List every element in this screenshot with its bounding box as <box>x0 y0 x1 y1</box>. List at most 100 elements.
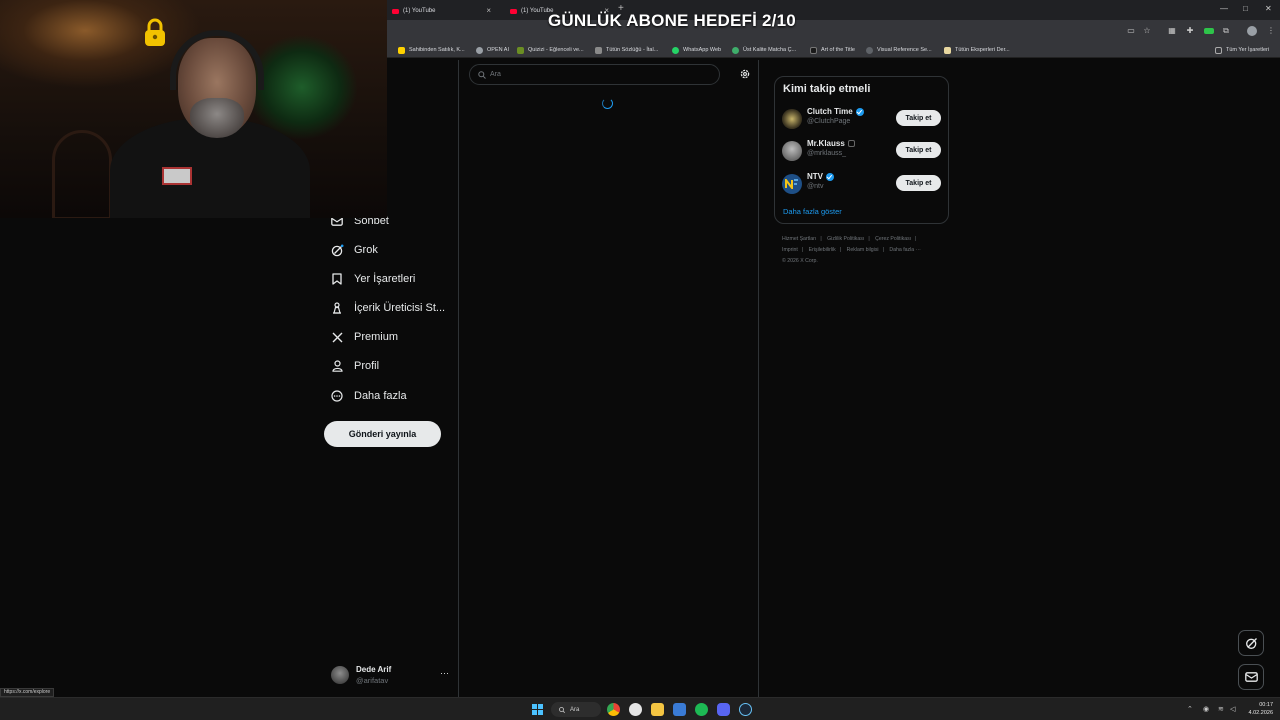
nav-label: Grok <box>354 244 378 256</box>
nav-item-bookmarks[interactable]: Yer İşaretleri <box>330 268 415 290</box>
bookmark-favicon-icon <box>866 46 873 54</box>
ntv-logo-icon <box>785 179 798 189</box>
footer-link[interactable]: Gizlilik Politikası <box>827 236 864 242</box>
nav-item-creator-studio[interactable]: İçerik Üreticisi St... <box>330 297 445 319</box>
extension-icon[interactable]: ✚ <box>1185 26 1195 36</box>
spotify-icon[interactable] <box>695 703 708 716</box>
close-tab-icon[interactable]: × <box>486 6 491 15</box>
column-divider <box>758 60 759 697</box>
account-switcher[interactable]: Dede Arif @arifatav ··· <box>329 662 451 690</box>
bookmark-label: Tütün Eksperleri Der... <box>955 47 1010 53</box>
puzzle-icon[interactable]: ⧉ <box>1221 26 1231 36</box>
more-circle-icon <box>330 389 344 403</box>
bookmark-item[interactable]: Visual Reference Se... <box>866 45 932 55</box>
follow-button[interactable]: Takip et <box>896 175 941 191</box>
microphone-icon[interactable]: ◉ <box>1203 705 1209 713</box>
grok-floating-button[interactable] <box>1238 630 1264 656</box>
loading-spinner <box>602 98 613 109</box>
minimize-button[interactable]: — <box>1220 4 1228 13</box>
store-icon[interactable] <box>673 703 686 716</box>
settings-gear-icon[interactable] <box>740 69 750 79</box>
windows-taskbar: Ara ⌃ ◉ ≋ ◁ 00:17 4.02.2026 <box>0 697 1280 720</box>
label-icon <box>847 140 855 147</box>
tray-chevron-icon[interactable]: ⌃ <box>1187 705 1193 713</box>
windows-start-icon[interactable] <box>531 703 544 716</box>
verified-badge-icon <box>826 172 834 181</box>
taskbar-search[interactable]: Ara <box>551 702 601 717</box>
browser-tab-1[interactable]: (1) YouTube × <box>380 3 494 19</box>
follow-button[interactable]: Takip et <box>896 142 941 158</box>
app-icon[interactable] <box>629 703 642 716</box>
bookmark-item[interactable]: Quizizi - Eğlenceli ve... <box>517 45 584 55</box>
nav-item-premium[interactable]: Premium <box>330 326 398 348</box>
profile-icon <box>330 359 344 373</box>
bookmark-item[interactable]: Tütün Sözlüğü - İtal... <box>595 45 658 55</box>
follow-suggestion[interactable]: Clutch Time @ClutchPage Takip et <box>782 107 942 131</box>
bookmark-favicon-icon <box>398 46 405 54</box>
file-explorer-icon[interactable] <box>651 703 664 716</box>
footer-link[interactable]: Imprint <box>782 247 798 253</box>
star-icon[interactable]: ☆ <box>1142 26 1152 36</box>
folder-icon <box>1215 46 1222 54</box>
footer-link[interactable]: Hizmet Şartları <box>782 236 816 242</box>
follow-handle: @ClutchPage <box>807 118 851 125</box>
bookmark-item[interactable]: Sahibinden Satılık, K... <box>398 45 465 55</box>
whatsapp-icon <box>672 46 679 54</box>
search-placeholder: Ara <box>490 71 501 78</box>
bookmark-item[interactable]: Tütün Eksperleri Der... <box>944 45 1010 55</box>
post-button[interactable]: Gönderi yayınla <box>324 421 441 447</box>
creator-studio-icon <box>330 301 344 315</box>
bookmark-item[interactable]: OPEN AI <box>476 45 509 55</box>
profile-avatar-icon[interactable] <box>1247 26 1257 36</box>
nav-item-grok[interactable]: Grok <box>330 239 378 261</box>
search-input[interactable]: Ara <box>469 64 720 85</box>
footer-link[interactable]: Çerez Politikası <box>875 236 911 242</box>
menu-icon[interactable]: ⋮ <box>1266 26 1276 36</box>
clock[interactable]: 00:17 4.02.2026 <box>1243 701 1273 717</box>
volume-icon[interactable]: ◁ <box>1230 705 1235 713</box>
more-options-icon[interactable]: ··· <box>440 668 449 678</box>
cast-icon[interactable]: ▭ <box>1126 26 1136 36</box>
verified-badge-icon <box>855 107 864 116</box>
mail-icon <box>1244 672 1258 682</box>
footer-link[interactable]: Daha fazla ··· <box>889 247 920 253</box>
chrome-icon[interactable] <box>607 703 620 716</box>
follow-name: Mr.Klauss <box>807 139 855 148</box>
wifi-icon[interactable]: ≋ <box>1218 705 1224 713</box>
bookmark-favicon-icon <box>517 46 524 54</box>
youtube-icon <box>392 8 399 14</box>
close-window-button[interactable]: ✕ <box>1265 4 1272 13</box>
headset <box>170 30 264 90</box>
bookmark-favicon-icon <box>732 46 739 54</box>
grok-icon <box>330 243 344 257</box>
stream-overlay-title: GÜNLÜK ABONE HEDEFİ 2/10 <box>548 11 796 30</box>
follow-suggestion[interactable]: Mr.Klauss @mrklauss_ Takip et <box>782 139 942 163</box>
messages-floating-button[interactable] <box>1238 664 1264 690</box>
steam-icon[interactable] <box>739 703 752 716</box>
search-icon <box>478 70 486 79</box>
follow-suggestion[interactable]: NTV @ntv Takip et <box>782 172 942 196</box>
shirt-patch <box>162 167 192 185</box>
padlock-icon <box>145 18 165 46</box>
extension-icon[interactable]: ▦ <box>1167 26 1177 36</box>
footer-link[interactable]: Reklam bilgisi <box>847 247 879 253</box>
bookmark-item[interactable]: WhatsApp Web <box>672 45 721 55</box>
extension-icon[interactable] <box>1204 28 1214 34</box>
all-bookmarks[interactable]: Tüm Yer İşaretleri <box>1215 45 1269 55</box>
grok-icon <box>1245 637 1257 649</box>
bookmark-label: Visual Reference Se... <box>877 47 932 53</box>
column-divider <box>458 60 459 697</box>
follow-button[interactable]: Takip et <box>896 110 941 126</box>
show-more-link[interactable]: Daha fazla göster <box>783 207 842 216</box>
discord-icon[interactable] <box>717 703 730 716</box>
follow-name-text: NTV <box>807 172 823 181</box>
bookmark-label: OPEN AI <box>487 47 510 53</box>
who-to-follow-panel: Kimi takip etmeli Clutch Time @ClutchPag… <box>774 76 949 224</box>
bookmark-icon <box>330 272 344 286</box>
maximize-button[interactable]: □ <box>1243 4 1248 13</box>
footer-link[interactable]: Erişilebilirlik <box>809 247 836 253</box>
nav-item-more[interactable]: Daha fazla <box>330 385 407 407</box>
nav-item-profile[interactable]: Profil <box>330 355 379 377</box>
bookmark-item[interactable]: Üst Kalite Matcha Ç... <box>732 45 796 55</box>
bookmark-item[interactable]: Art of the Title <box>810 45 855 55</box>
